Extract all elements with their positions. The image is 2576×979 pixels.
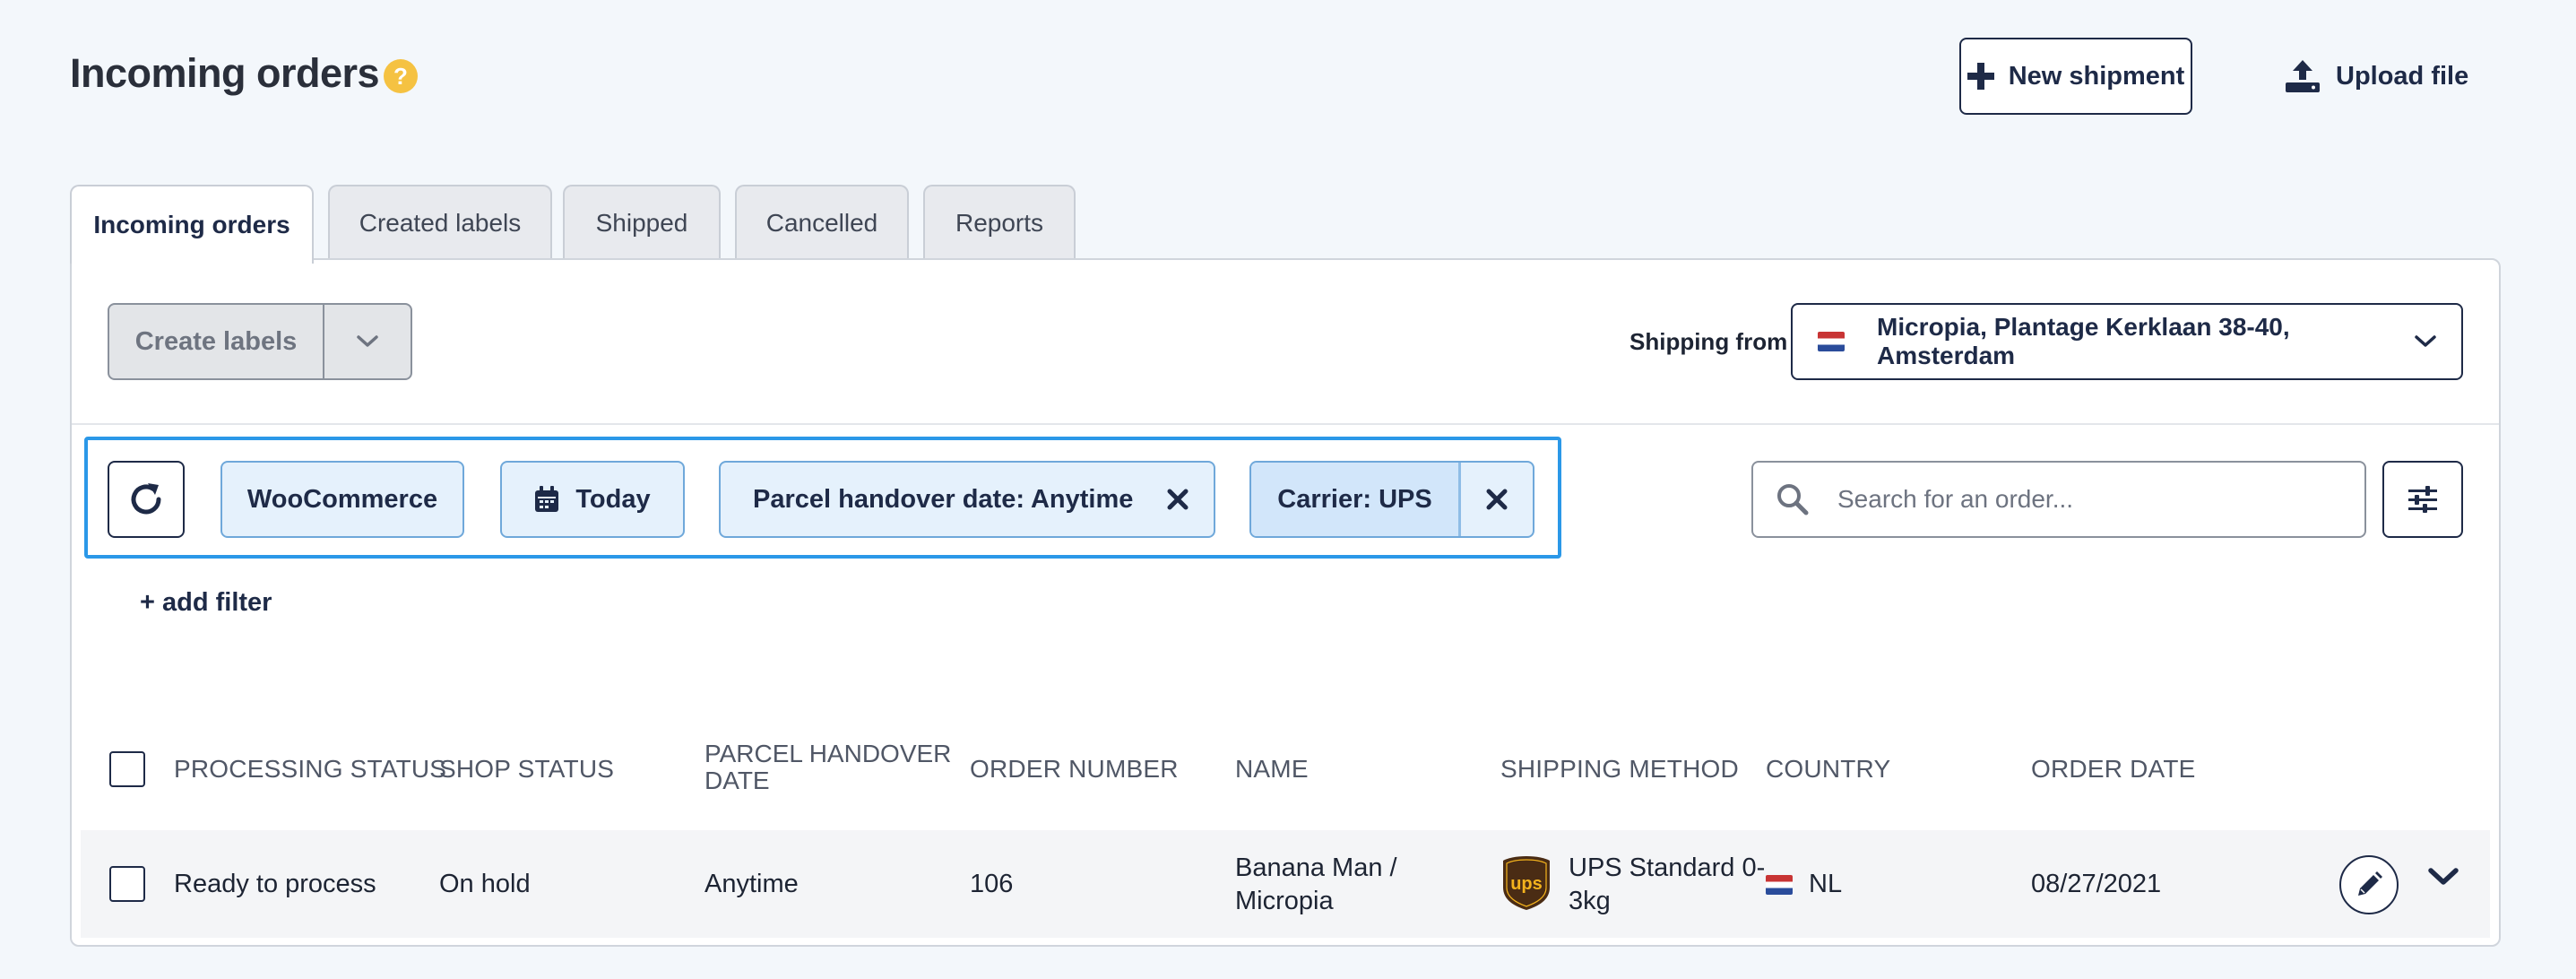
tab-label: Incoming orders: [93, 211, 290, 238]
order-search-field[interactable]: [1751, 461, 2366, 538]
tab-label: Reports: [955, 209, 1044, 237]
select-all-checkbox[interactable]: [109, 751, 145, 787]
upload-icon: [2286, 60, 2320, 92]
tab-cancelled[interactable]: Cancelled: [735, 185, 909, 260]
column-header-line: PARCEL HANDOVER: [705, 740, 952, 767]
filter-chip-parcel-handover[interactable]: Parcel handover date: Anytime: [719, 461, 1215, 538]
tab-reports[interactable]: Reports: [923, 185, 1076, 260]
column-header-shipping-method[interactable]: SHIPPING METHOD: [1500, 755, 1739, 784]
remove-filter-button[interactable]: [1461, 463, 1533, 536]
name-line: Micropia: [1235, 887, 1334, 915]
search-input[interactable]: [1837, 485, 2339, 514]
tab-incoming-orders[interactable]: Incoming orders: [70, 185, 314, 264]
refresh-button[interactable]: [108, 461, 185, 538]
tab-shipped[interactable]: Shipped: [563, 185, 721, 260]
close-icon: [1167, 489, 1189, 510]
create-labels-split-button[interactable]: Create labels: [108, 303, 412, 380]
shipping-from-label: Shipping from: [1629, 328, 1788, 355]
chevron-down-icon: [2428, 868, 2459, 885]
parcel-handover-date-cell: Anytime: [705, 870, 799, 898]
page-title: Incoming orders: [70, 50, 380, 96]
filter-chip-label: WooCommerce: [246, 484, 438, 514]
filter-chip-today[interactable]: Today: [500, 461, 685, 538]
processing-status-cell: Ready to process: [174, 870, 376, 898]
shop-status-cell: On hold: [439, 870, 531, 898]
calendar-icon: [535, 486, 559, 512]
column-header-order-number[interactable]: ORDER NUMBER: [970, 755, 1179, 784]
filter-chip-woocommerce[interactable]: WooCommerce: [220, 461, 464, 538]
close-icon: [1486, 489, 1508, 510]
order-number-cell: 106: [970, 870, 1014, 898]
shipping-from-select[interactable]: Micropia, Plantage Kerklaan 38-40, Amste…: [1791, 303, 2463, 380]
column-header-parcel-handover-date[interactable]: PARCEL HANDOVER DATE: [705, 741, 951, 794]
column-header-name[interactable]: NAME: [1235, 755, 1309, 784]
create-labels-button[interactable]: Create labels: [109, 305, 324, 378]
filter-chip-label: Carrier: UPS: [1251, 463, 1461, 536]
toolbar-divider: [72, 423, 2499, 425]
shipping-method-line: UPS Standard 0-: [1569, 853, 1766, 882]
country-cell: NL: [1766, 870, 1842, 899]
name-cell: Banana Man / Micropia: [1235, 852, 1397, 918]
refresh-icon: [131, 483, 161, 515]
filter-chip-carrier[interactable]: Carrier: UPS: [1249, 461, 1534, 538]
chevron-down-icon: [357, 335, 378, 347]
new-shipment-button[interactable]: New shipment: [1959, 38, 2192, 115]
country-code: NL: [1809, 870, 1843, 898]
search-icon: [1777, 484, 1809, 515]
upload-file-button[interactable]: Upload file: [2286, 38, 2492, 115]
filter-chip-label: Parcel handover date: Anytime: [753, 484, 1134, 514]
column-header-order-date[interactable]: ORDER DATE: [2031, 755, 2196, 784]
new-shipment-label: New shipment: [2008, 61, 2185, 91]
column-header-line: DATE: [705, 767, 770, 794]
tab-label: Cancelled: [765, 209, 878, 237]
shipping-from-value: Micropia, Plantage Kerklaan 38-40, Amste…: [1877, 313, 2290, 369]
tab-label: Created labels: [359, 209, 522, 237]
remove-filter-button[interactable]: [1167, 489, 1189, 510]
row-checkbox[interactable]: [109, 866, 145, 902]
sliders-icon: [2408, 486, 2437, 513]
column-header-shop-status[interactable]: SHOP STATUS: [439, 755, 614, 784]
add-filter-link[interactable]: + add filter: [140, 588, 272, 618]
shipping-method-cell: UPS Standard 0- 3kg: [1569, 852, 1765, 918]
ups-logo-icon: ups: [1502, 855, 1551, 915]
netherlands-flag-icon: [1766, 874, 1793, 895]
create-labels-dropdown[interactable]: [324, 305, 411, 378]
filter-chip-label: Today: [575, 484, 651, 514]
pencil-icon: [2358, 871, 2382, 896]
plus-icon: [1967, 63, 1994, 90]
name-line: Banana Man /: [1235, 853, 1397, 882]
tab-label: Shipped: [595, 209, 688, 237]
order-date-cell: 08/27/2021: [2031, 870, 2162, 898]
help-icon[interactable]: ?: [384, 59, 418, 93]
column-header-processing-status[interactable]: PROCESSING STATUS: [174, 755, 446, 784]
column-header-country[interactable]: COUNTRY: [1766, 755, 1890, 784]
chevron-down-icon: [2415, 335, 2436, 347]
expand-row-button[interactable]: [2427, 866, 2459, 892]
netherlands-flag-icon: [1818, 332, 1845, 351]
column-settings-button[interactable]: [2382, 461, 2463, 538]
tab-created-labels[interactable]: Created labels: [328, 185, 552, 260]
upload-file-label: Upload file: [2336, 61, 2469, 91]
svg-text:ups: ups: [1510, 874, 1543, 894]
shipping-method-line: 3kg: [1569, 887, 1611, 915]
edit-order-button[interactable]: [2339, 855, 2399, 914]
